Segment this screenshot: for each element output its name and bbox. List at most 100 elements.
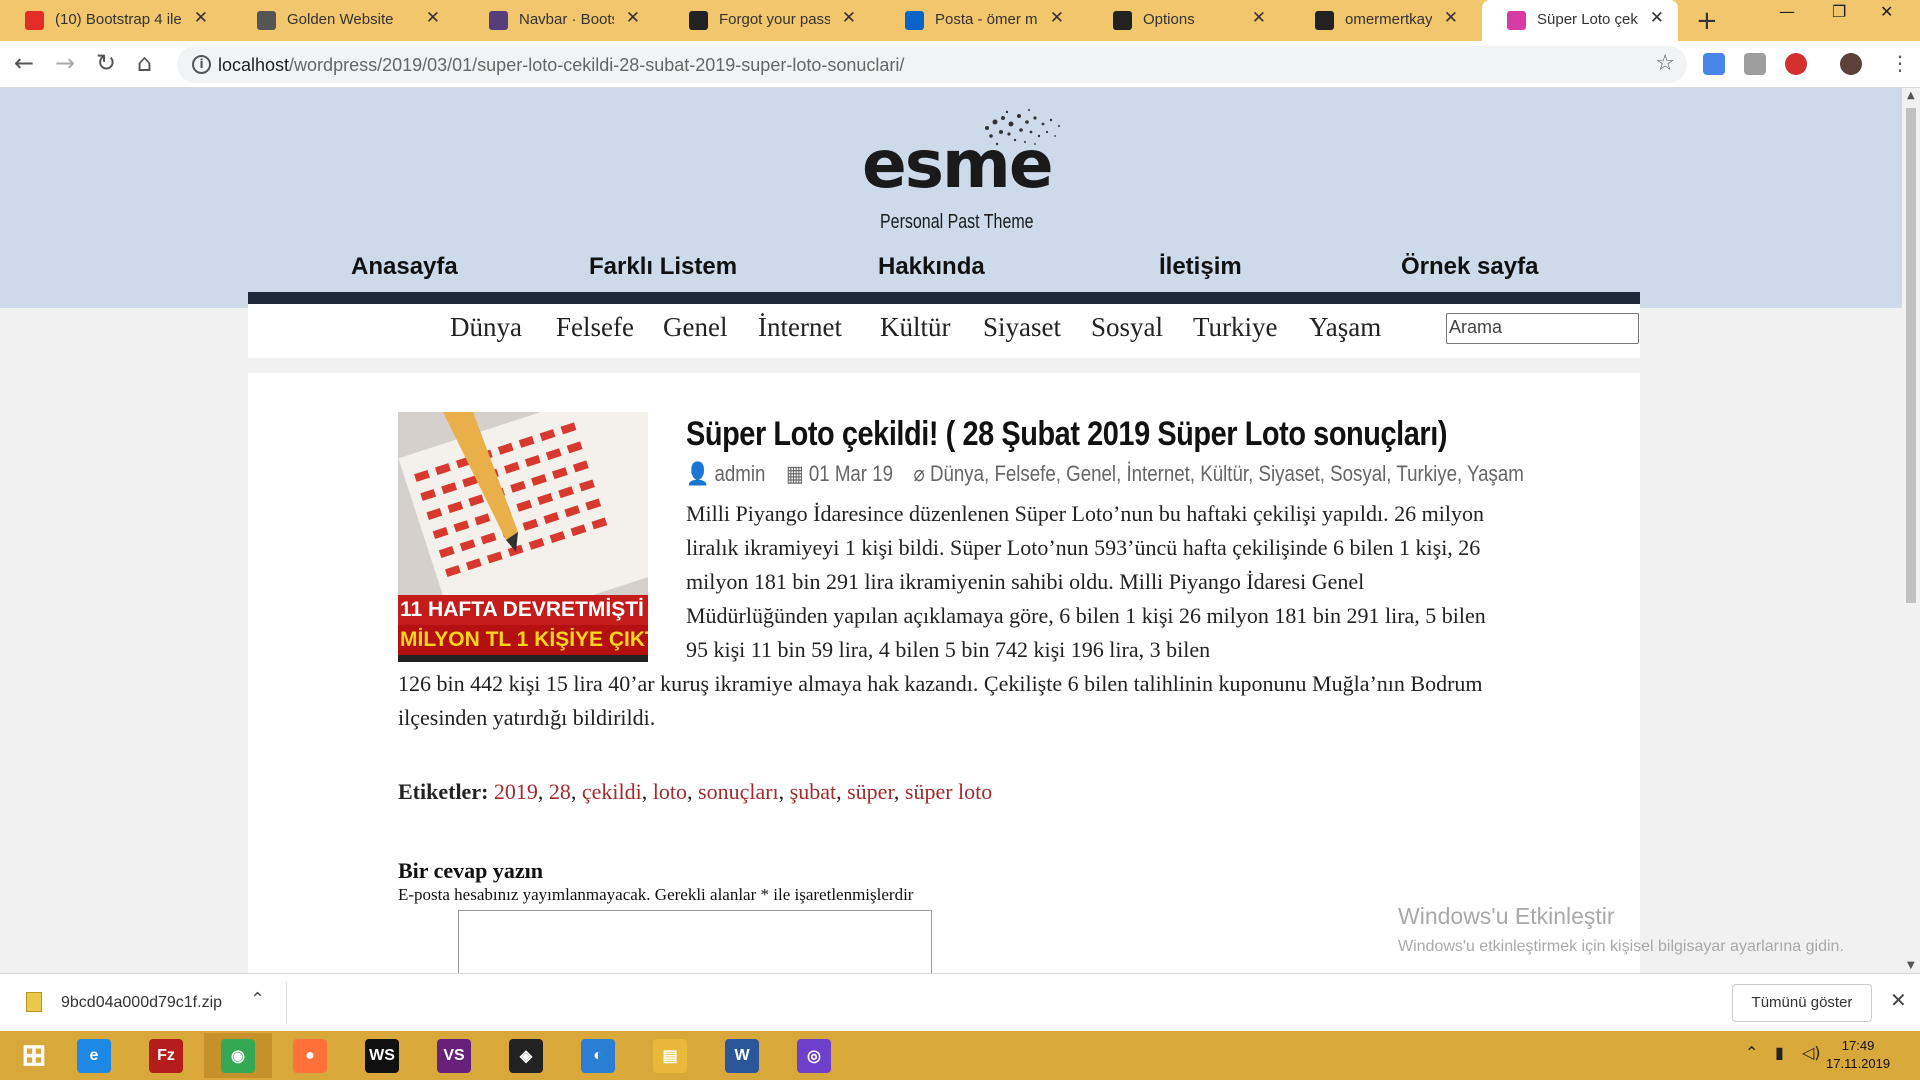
post-categories[interactable]: Dünya, Felsefe, Genel, İnternet, Kültür,… (930, 461, 1524, 487)
site-logo[interactable]: esme Personal Past Theme (852, 108, 1062, 238)
browser-tab[interactable]: Süper Loto çekildi! ✕ (1482, 0, 1678, 41)
category-genel[interactable]: Genel (663, 312, 727, 343)
category-siyaset[interactable]: Siyaset (983, 312, 1061, 343)
close-tab-icon[interactable]: ✕ (842, 8, 856, 28)
taskbar-unity[interactable]: ◈ (492, 1033, 560, 1078)
browser-tab[interactable]: omermertkaya (Om ✕ (1290, 0, 1472, 41)
tag-loto[interactable]: loto (653, 779, 687, 804)
tab-label: (10) Bootstrap 4 ile (55, 11, 182, 28)
nav-item-iletisim[interactable]: İletişim (1159, 253, 1242, 281)
logo-wordmark: esme (862, 126, 1054, 203)
menu-kebab-icon[interactable]: ⋮ (1890, 51, 1910, 75)
taskbar-edge-app[interactable]: ◐ (564, 1033, 632, 1078)
extension-icon[interactable] (1744, 53, 1766, 75)
close-tab-icon[interactable]: ✕ (1050, 8, 1064, 28)
close-tab-icon[interactable]: ✕ (426, 8, 440, 28)
translate-extension-icon[interactable] (1703, 53, 1725, 75)
tab-label: Options (1143, 11, 1195, 28)
category-dunya[interactable]: Dünya (450, 312, 522, 343)
thumbnail-bottom-strip (398, 655, 648, 662)
nav-item-anasayfa[interactable]: Anasayfa (351, 253, 458, 281)
paperclip-icon: ⌀ (913, 461, 925, 486)
new-tab-button[interactable]: + (1696, 6, 1718, 36)
scroll-down-icon[interactable]: ▼ (1907, 960, 1915, 971)
tag-28[interactable]: 28 (549, 779, 571, 804)
taskbar-windows-start[interactable]: ⊞ (0, 1033, 68, 1078)
tag-sonuclari[interactable]: sonuçları (698, 779, 779, 804)
webstorm-icon: WS (365, 1038, 399, 1073)
taskbar-github-desktop[interactable]: ◎ (780, 1033, 848, 1078)
close-tab-icon[interactable]: ✕ (1444, 8, 1458, 28)
zip-file-icon (26, 992, 42, 1012)
nav-item-ornek-sayfa[interactable]: Örnek sayfa (1401, 253, 1538, 281)
tray-chevron-icon[interactable]: ⌃ (1745, 1043, 1758, 1062)
search-input[interactable]: Arama (1446, 313, 1639, 344)
taskbar-chrome[interactable]: ◉ (204, 1033, 272, 1078)
post-body-paragraph-top: Milli Piyango İdaresince düzenlenen Süpe… (686, 501, 1486, 662)
taskbar-visual-studio[interactable]: VS (420, 1033, 488, 1078)
browser-tab[interactable]: (10) Bootstrap 4 ile ✕ (0, 0, 222, 41)
scrollbar-thumb[interactable] (1906, 108, 1916, 603)
browser-tab[interactable]: Options ✕ (1088, 0, 1280, 41)
network-icon[interactable]: ▮ (1775, 1043, 1784, 1062)
adblock-extension-icon[interactable] (1785, 53, 1807, 75)
globe-icon (257, 11, 276, 30)
github-icon (1113, 11, 1132, 30)
taskbar-word[interactable]: W (708, 1033, 776, 1078)
taskbar-file-explorer[interactable]: ▤ (636, 1033, 704, 1078)
browser-tab[interactable]: Navbar · Bootstrap ✕ (464, 0, 654, 41)
post-author[interactable]: admin (715, 461, 766, 487)
close-tab-icon[interactable]: ✕ (626, 8, 640, 28)
scroll-up-icon[interactable]: ▲ (1907, 90, 1915, 101)
download-bar: 9bcd04a000d79c1f.zip ⌃ Tümünü göster ✕ (0, 973, 1920, 1031)
post-date: 01 Mar 19 (808, 461, 894, 486)
close-tab-icon[interactable]: ✕ (194, 8, 208, 28)
taskbar-webstorm[interactable]: WS (348, 1033, 416, 1078)
browser-tab[interactable]: Golden Website ✕ (232, 0, 454, 41)
maximize-window-button[interactable]: ❐ (1832, 2, 1846, 21)
home-icon[interactable]: ⌂ (137, 49, 152, 77)
close-tab-icon[interactable]: ✕ (1252, 8, 1266, 28)
nav-item-hakkinda[interactable]: Hakkında (878, 253, 985, 281)
tag-cekildi[interactable]: çekildi (582, 779, 642, 804)
windows-taskbar: ⌃ ▮ ◁) 17:49 17.11.2019 ⊞ e Fz ◉ ● WS VS ◈ ◐ ▤ W ◎ (0, 1031, 1920, 1080)
address-bar[interactable]: i localhost/wordpress/2019/03/01/super-l… (177, 46, 1687, 83)
category-internet[interactable]: İnternet (758, 312, 842, 343)
category-felsefe[interactable]: Felsefe (556, 312, 634, 343)
browser-tab[interactable]: Posta - ömer mert ✕ (880, 0, 1078, 41)
tag-2019[interactable]: 2019 (494, 779, 538, 804)
volume-icon[interactable]: ◁) (1802, 1043, 1821, 1062)
category-turkiye[interactable]: Turkiye (1193, 312, 1278, 343)
back-icon[interactable]: ← (14, 49, 34, 77)
taskbar-firefox[interactable]: ● (276, 1033, 344, 1078)
close-window-button[interactable]: ✕ (1880, 2, 1893, 21)
page-scrollbar[interactable]: ▲ ▼ (1902, 88, 1920, 973)
post-thumbnail[interactable]: 11 HAFTA DEVRETMİŞTİ MİLYON TL 1 KİŞİYE … (398, 412, 648, 662)
category-kultur[interactable]: Kültür (880, 312, 951, 343)
category-yasam[interactable]: Yaşam (1309, 312, 1381, 343)
profile-avatar[interactable] (1840, 53, 1862, 75)
comment-textarea[interactable] (458, 910, 932, 973)
chevron-up-icon[interactable]: ⌃ (250, 989, 265, 1010)
download-item[interactable]: 9bcd04a000d79c1f.zip ⌃ (18, 984, 280, 1022)
show-all-downloads-button[interactable]: Tümünü göster (1732, 984, 1872, 1022)
tag-super[interactable]: süper (847, 779, 894, 804)
close-download-bar-icon[interactable]: ✕ (1890, 988, 1907, 1012)
site-info-icon[interactable]: i (192, 55, 211, 74)
nav-item-farkli-listem[interactable]: Farklı Listem (589, 253, 737, 281)
system-clock[interactable]: 17:49 17.11.2019 (1826, 1037, 1890, 1073)
watermark-text: Windows'u etkinleştirmek için kişisel bi… (1398, 938, 1844, 955)
bookmark-star-icon[interactable]: ☆ (1655, 51, 1675, 76)
post-title[interactable]: Süper Loto çekildi! ( 28 Şubat 2019 Süpe… (686, 415, 1447, 454)
category-sosyal[interactable]: Sosyal (1091, 312, 1163, 343)
tag-super-loto[interactable]: süper loto (905, 779, 992, 804)
tag-subat[interactable]: şubat (790, 779, 836, 804)
taskbar-internet-explorer[interactable]: e (60, 1033, 128, 1078)
taskbar-filezilla[interactable]: Fz (132, 1033, 200, 1078)
forward-icon[interactable]: → (55, 49, 75, 77)
close-tab-icon[interactable]: ✕ (1650, 8, 1664, 28)
reload-icon[interactable]: ↻ (96, 49, 116, 77)
browser-tab[interactable]: Forgot your passw ✕ (664, 0, 870, 41)
minimize-window-button[interactable]: — (1779, 2, 1795, 21)
url-text[interactable]: localhost/wordpress/2019/03/01/super-lot… (218, 55, 904, 76)
